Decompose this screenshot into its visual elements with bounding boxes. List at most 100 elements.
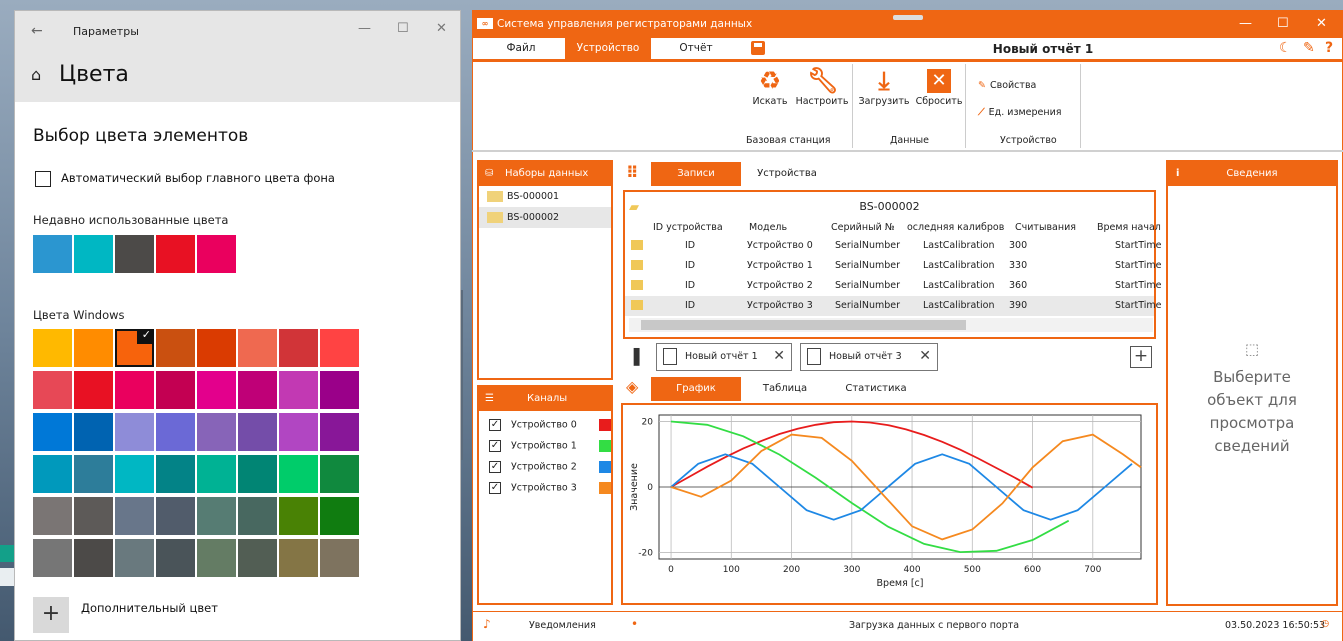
windows-color-swatch[interactable] <box>115 371 154 409</box>
windows-color-swatch[interactable] <box>74 329 113 367</box>
notifications-label[interactable]: Уведомления <box>529 620 596 631</box>
channel-item[interactable]: ✓ Устройство 1 <box>489 440 611 452</box>
column-header[interactable]: Серийный № <box>831 222 895 233</box>
horizontal-scrollbar[interactable] <box>629 318 1153 332</box>
home-icon[interactable]: ⌂ <box>31 65 41 84</box>
column-header[interactable]: оследняя калибров <box>907 222 1004 233</box>
tab-table[interactable]: Таблица <box>743 377 827 401</box>
recent-color-swatch[interactable] <box>197 235 236 273</box>
dataset-item[interactable]: BS-000002 <box>479 207 611 228</box>
channel-item[interactable]: ✓ Устройство 2 <box>489 461 611 473</box>
windows-color-swatch[interactable] <box>279 413 318 451</box>
column-header[interactable]: Время начал <box>1097 222 1161 233</box>
custom-color-label[interactable]: Дополнительный цвет <box>81 601 218 615</box>
windows-color-swatch[interactable] <box>156 371 195 409</box>
windows-color-swatch[interactable] <box>320 329 359 367</box>
windows-color-swatch[interactable] <box>238 371 277 409</box>
windows-color-swatch[interactable] <box>238 539 277 577</box>
units-button[interactable]: ⟋ Ед. измерения <box>978 107 1061 118</box>
column-header[interactable]: Модель <box>749 222 787 233</box>
windows-color-swatch[interactable] <box>33 371 72 409</box>
windows-color-swatch[interactable] <box>156 539 195 577</box>
tab-records[interactable]: Записи <box>651 162 741 186</box>
windows-color-swatch[interactable] <box>279 455 318 493</box>
windows-color-swatch[interactable] <box>238 455 277 493</box>
windows-color-swatch[interactable] <box>238 329 277 367</box>
column-header[interactable]: ID устройства <box>653 222 723 233</box>
load-button[interactable]: ⤓ Загрузить <box>856 66 912 107</box>
windows-color-swatch[interactable] <box>197 329 236 367</box>
windows-color-swatch[interactable] <box>279 371 318 409</box>
windows-color-swatch[interactable] <box>33 413 72 451</box>
windows-color-swatch[interactable] <box>279 329 318 367</box>
tab-devices[interactable]: Устройства <box>743 162 831 186</box>
close-button[interactable]: ✕ <box>1316 16 1327 31</box>
back-button[interactable]: ← <box>31 23 43 39</box>
windows-color-swatch[interactable] <box>156 413 195 451</box>
add-report-button[interactable]: + <box>1130 346 1152 368</box>
table-row[interactable]: ID Устройство 3 SerialNumber LastCalibratio… <box>625 296 1161 316</box>
windows-color-swatch[interactable] <box>74 413 113 451</box>
windows-color-swatch[interactable] <box>115 539 154 577</box>
auto-color-checkbox[interactable] <box>35 171 51 187</box>
table-row[interactable]: ID Устройство 2 SerialNumber LastCalibratio… <box>625 276 1161 296</box>
windows-color-swatch[interactable] <box>74 497 113 535</box>
recent-color-swatch[interactable] <box>33 235 72 273</box>
maximize-button[interactable]: ☐ <box>397 21 409 36</box>
windows-color-swatch[interactable] <box>74 371 113 409</box>
windows-color-swatch[interactable]: ✓ <box>115 328 154 367</box>
windows-color-swatch[interactable] <box>279 497 318 535</box>
save-icon[interactable] <box>751 41 765 55</box>
windows-color-swatch[interactable] <box>156 497 195 535</box>
drag-handle[interactable] <box>893 15 923 20</box>
channel-item[interactable]: ✓ Устройство 3 <box>489 482 611 494</box>
search-button[interactable]: ♻ Искать <box>748 66 792 107</box>
windows-color-swatch[interactable] <box>33 497 72 535</box>
channel-item[interactable]: ✓ Устройство 0 <box>489 419 611 431</box>
tab-chart[interactable]: График <box>651 377 741 401</box>
windows-color-swatch[interactable] <box>74 539 113 577</box>
windows-color-swatch[interactable] <box>320 497 359 535</box>
menu-file[interactable]: Файл <box>481 38 561 59</box>
recent-color-swatch[interactable] <box>156 235 195 273</box>
windows-color-swatch[interactable] <box>320 455 359 493</box>
table-row[interactable]: ID Устройство 1 SerialNumber LastCalibratio… <box>625 256 1161 276</box>
recent-color-swatch[interactable] <box>74 235 113 273</box>
windows-color-swatch[interactable] <box>197 371 236 409</box>
windows-color-swatch[interactable] <box>238 413 277 451</box>
windows-color-swatch[interactable] <box>156 329 195 367</box>
windows-color-swatch[interactable] <box>320 413 359 451</box>
windows-color-swatch[interactable] <box>197 497 236 535</box>
windows-color-swatch[interactable] <box>115 455 154 493</box>
add-custom-color-button[interactable]: + <box>33 597 69 633</box>
minimize-button[interactable]: — <box>1239 16 1252 31</box>
configure-button[interactable]: 🔧︎ Настроить <box>794 66 850 107</box>
windows-color-swatch[interactable] <box>238 497 277 535</box>
reset-button[interactable]: ✕ Сбросить <box>914 66 964 107</box>
close-button[interactable]: ✕ <box>436 21 447 36</box>
menu-report[interactable]: Отчёт <box>655 38 737 59</box>
windows-color-swatch[interactable] <box>33 539 72 577</box>
windows-color-swatch[interactable] <box>320 539 359 577</box>
windows-color-swatch[interactable] <box>115 497 154 535</box>
table-row[interactable]: ID Устройство 0 SerialNumber LastCalibratio… <box>625 236 1161 256</box>
windows-color-swatch[interactable] <box>33 455 72 493</box>
maximize-button[interactable]: ☐ <box>1277 16 1289 31</box>
column-header[interactable]: Считывания <box>1015 222 1076 233</box>
recent-color-swatch[interactable] <box>115 235 154 273</box>
windows-color-swatch[interactable] <box>156 455 195 493</box>
bell-icon[interactable]: ♪ <box>483 617 491 631</box>
properties-button[interactable]: ✎ Свойства <box>978 80 1036 91</box>
wrench-icon[interactable]: ✎ <box>1303 40 1315 56</box>
windows-color-swatch[interactable] <box>74 455 113 493</box>
report-tab-1[interactable]: Новый отчёт 1 ✕ <box>656 343 792 371</box>
help-icon[interactable]: ? <box>1325 40 1333 56</box>
tab-statistics[interactable]: Статистика <box>831 377 921 401</box>
windows-color-swatch[interactable] <box>279 539 318 577</box>
minimize-button[interactable]: — <box>358 21 371 36</box>
menu-device[interactable]: Устройство <box>565 38 651 59</box>
windows-color-swatch[interactable] <box>197 455 236 493</box>
windows-color-swatch[interactable] <box>197 539 236 577</box>
windows-color-swatch[interactable] <box>320 371 359 409</box>
windows-color-swatch[interactable] <box>33 329 72 367</box>
